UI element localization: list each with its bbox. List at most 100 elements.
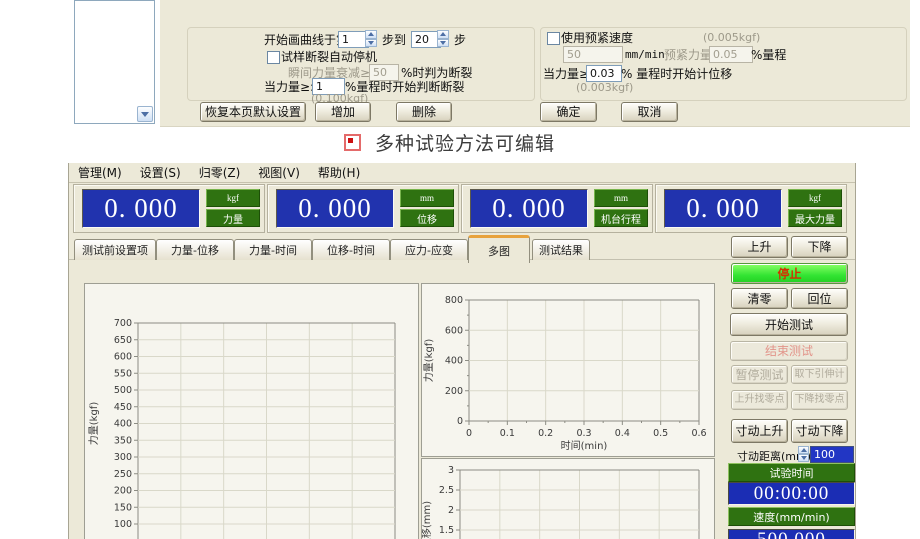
- add-button[interactable]: 增加: [315, 102, 371, 122]
- curve-row-label: 开始画曲线于第: [264, 33, 348, 47]
- curve-start-spinner[interactable]: [365, 30, 377, 47]
- end-test-button[interactable]: 结束测试: [730, 341, 848, 361]
- cancel-button[interactable]: 取消: [621, 102, 678, 122]
- scroll-down-arrow-icon[interactable]: [137, 106, 153, 122]
- auto-stop-label: 试样断裂自动停机: [281, 50, 377, 64]
- travel-display-group: 0. 000 mm 机台行程: [461, 184, 653, 233]
- svg-text:0: 0: [466, 428, 472, 439]
- svg-text:100: 100: [114, 519, 132, 530]
- auto-stop-checkbox[interactable]: [267, 51, 280, 64]
- menu-manage[interactable]: 管理(M): [69, 164, 131, 181]
- travel-unit-badge: mm: [594, 189, 648, 207]
- travel-label-badge: 机台行程: [594, 209, 648, 227]
- down-button[interactable]: 下降: [791, 236, 848, 258]
- disp-input[interactable]: 0.03: [586, 65, 622, 82]
- start-test-button[interactable]: 开始测试: [730, 313, 848, 336]
- svg-text:600: 600: [114, 352, 132, 363]
- preload-speed-unit: mm/min: [625, 48, 665, 62]
- force-chart-large: 700650600550500450400350300250200150100力…: [84, 283, 419, 539]
- judge-label: 当力量≥:: [264, 80, 314, 94]
- svg-text:3: 3: [448, 465, 454, 476]
- tab-pretest-settings[interactable]: 测试前设置项: [74, 239, 156, 260]
- svg-text:力量(kgf): 力量(kgf): [422, 339, 435, 383]
- caption-text: 多种试验方法可编辑: [375, 129, 555, 156]
- up-button[interactable]: 上升: [731, 236, 788, 258]
- decay-suffix: %时判为断裂: [401, 66, 472, 80]
- tab-test-results[interactable]: 测试结果: [532, 239, 590, 260]
- preload-force-input[interactable]: 0.05: [709, 46, 753, 63]
- force-label-badge: 力量: [206, 209, 260, 227]
- svg-text:0.1: 0.1: [500, 428, 515, 439]
- svg-text:0.6: 0.6: [691, 428, 706, 439]
- jog-down-button[interactable]: 寸动下降: [791, 419, 848, 443]
- method-listbox[interactable]: [74, 0, 155, 124]
- menu-zero[interactable]: 归零(Z): [190, 164, 250, 181]
- restore-defaults-button[interactable]: 恢复本页默认设置: [200, 102, 306, 122]
- screenshot-root: 开始画曲线于第 1 步到 20 步 试样断裂自动停机 瞬间力量衰减≥: 50 %…: [0, 0, 920, 539]
- preload-speed-checkbox[interactable]: [547, 32, 560, 45]
- disp-note: (0.003kgf): [576, 81, 633, 95]
- curve-suffix-label: 步: [454, 33, 466, 47]
- up-find-zero-button[interactable]: 上升找零点: [731, 390, 788, 410]
- ok-button[interactable]: 确定: [540, 102, 597, 122]
- svg-text:0.2: 0.2: [538, 428, 553, 439]
- menu-help[interactable]: 帮助(H): [309, 164, 369, 181]
- svg-text:0: 0: [457, 416, 463, 427]
- svg-text:800: 800: [445, 295, 463, 306]
- svg-text:2: 2: [448, 505, 454, 516]
- svg-text:时间(min): 时间(min): [561, 439, 608, 452]
- displacement-chart: 32.521.510.50位移(mm): [421, 458, 715, 539]
- disp-label: 当力量≥: [543, 67, 589, 81]
- red-square-bullet-icon: [344, 134, 361, 151]
- force-unit-badge: kgf: [206, 189, 260, 207]
- svg-text:400: 400: [114, 419, 132, 430]
- force-lcd: 0. 000: [82, 189, 200, 228]
- jog-distance-field[interactable]: 100: [810, 446, 854, 463]
- curve-mid-label: 步到: [382, 33, 406, 47]
- return-button[interactable]: 回位: [791, 288, 848, 309]
- travel-lcd: 0. 000: [470, 189, 588, 228]
- pause-test-button[interactable]: 暂停测试: [731, 365, 788, 384]
- tab-multi-chart[interactable]: 多图: [468, 235, 530, 263]
- svg-text:力量(kgf): 力量(kgf): [87, 402, 100, 446]
- svg-text:0.5: 0.5: [653, 428, 668, 439]
- svg-text:400: 400: [445, 356, 463, 367]
- svg-text:600: 600: [445, 325, 463, 336]
- test-time-display: 00:00:00: [728, 482, 855, 505]
- main-window: 管理(M) 设置(S) 归零(Z) 视图(V) 帮助(H) 0. 000 kgf…: [68, 163, 856, 539]
- menu-settings[interactable]: 设置(S): [131, 164, 190, 181]
- tab-stress-strain[interactable]: 应力-应变: [390, 239, 468, 260]
- curve-end-spinner[interactable]: [437, 30, 449, 47]
- delete-button[interactable]: 删除: [396, 102, 452, 122]
- test-method-dialog: 开始画曲线于第 1 步到 20 步 试样断裂自动停机 瞬间力量衰减≥: 50 %…: [160, 0, 910, 127]
- preload-speed-input[interactable]: 50: [563, 46, 623, 63]
- svg-text:650: 650: [114, 335, 132, 346]
- svg-text:0.4: 0.4: [615, 428, 630, 439]
- menu-view[interactable]: 视图(V): [249, 164, 309, 181]
- tab-force-displacement[interactable]: 力量-位移: [156, 239, 234, 260]
- jog-up-button[interactable]: 寸动上升: [731, 419, 788, 443]
- stop-button[interactable]: 停止: [731, 263, 848, 284]
- svg-text:200: 200: [114, 486, 132, 497]
- down-find-zero-button[interactable]: 下降找零点: [791, 390, 848, 410]
- preload-settings-group: 使用预紧速度 (0.005kgf) 50 mm/min 预紧力量 0.05 %量…: [540, 27, 907, 101]
- displacement-lcd: 0. 000: [276, 189, 394, 228]
- break-settings-group: 开始画曲线于第 1 步到 20 步 试样断裂自动停机 瞬间力量衰减≥: 50 %…: [187, 27, 535, 101]
- caption-row: 多种试验方法可编辑: [344, 129, 555, 155]
- speed-header: 速度(mm/min): [728, 507, 855, 526]
- svg-text:0.3: 0.3: [576, 428, 591, 439]
- svg-text:700: 700: [114, 318, 132, 329]
- maxforce-lcd: 0. 000: [664, 189, 782, 228]
- svg-text:450: 450: [114, 402, 132, 413]
- jog-distance-spinner[interactable]: [798, 446, 809, 462]
- svg-text:2.5: 2.5: [439, 485, 454, 496]
- preload-checkbox-label: 使用预紧速度: [561, 31, 633, 45]
- clear-zero-button[interactable]: 清零: [731, 288, 788, 309]
- svg-text:150: 150: [114, 502, 132, 513]
- decay-input[interactable]: 50: [369, 64, 399, 81]
- remove-extensometer-button[interactable]: 取下引伸计: [791, 365, 848, 384]
- tab-force-time[interactable]: 力量-时间: [234, 239, 312, 260]
- svg-text:300: 300: [114, 452, 132, 463]
- maxforce-label-badge: 最大力量: [788, 209, 842, 227]
- tab-displacement-time[interactable]: 位移-时间: [312, 239, 390, 260]
